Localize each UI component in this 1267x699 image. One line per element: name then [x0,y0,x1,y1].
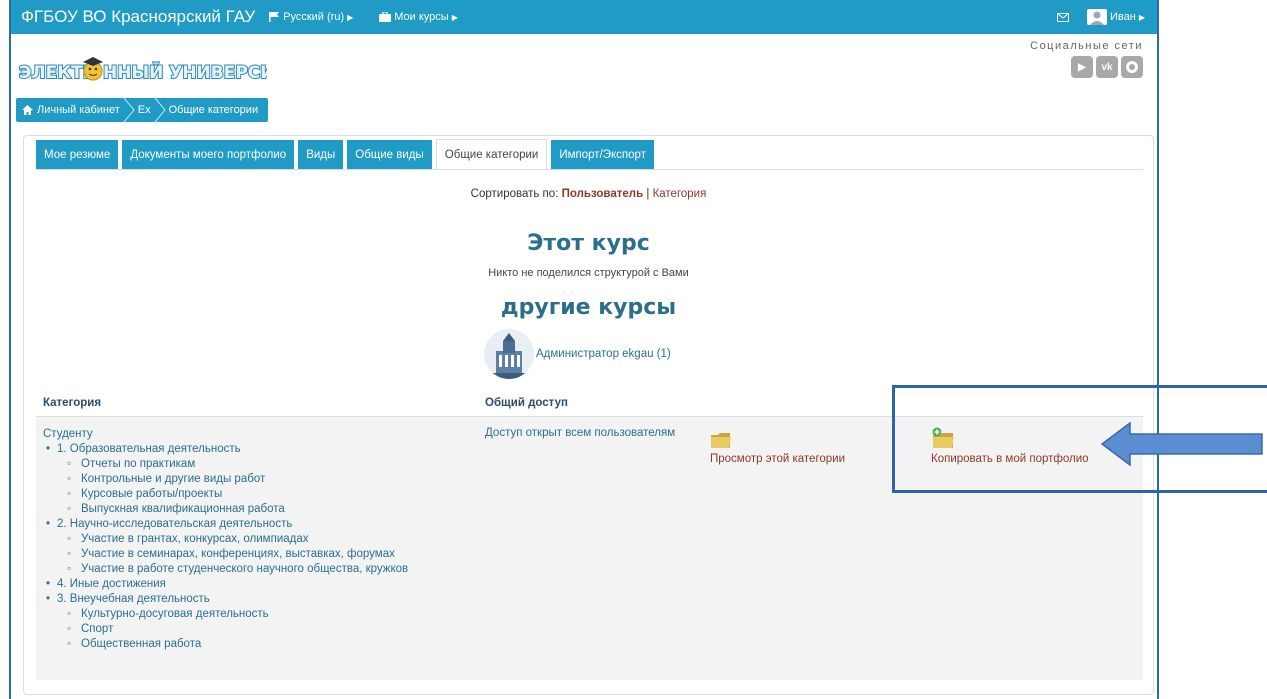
social-title: Социальные сети [1030,40,1143,52]
globe-icon[interactable] [1121,56,1143,78]
category-item: 4. Иные достижения [43,577,408,592]
youtube-icon[interactable]: ▶ [1071,56,1093,78]
subcategory-item: Участие в работе студенческого научного … [57,562,408,577]
portfolio-tabs: Мое резюме Документы моего портфолио Вид… [36,139,654,170]
top-navbar: ФГБОУ ВО Красноярский ГАУ Русский (ru) ▶… [11,0,1157,34]
svg-text:ННЫЙ УНИВЕРСИТЕТ: ННЫЙ УНИВЕРСИТЕТ [103,61,267,83]
breadcrumb-label: Ex [137,104,151,116]
category-label: 3. Внеучебная деятельность [57,593,210,605]
home-icon [22,105,33,115]
subcategory-item: Выпускная квалификационная работа [57,502,408,517]
site-logo[interactable]: ЭЛЕКТР ННЫЙ УНИВЕРСИТЕТ [17,56,267,86]
other-courses-heading: другие курсы [500,295,677,320]
view-category-label: Просмотр этой категории [710,453,846,465]
breadcrumb: Личный кабинет Ex Общие категории [16,98,269,122]
breadcrumb-label: Общие категории [168,104,259,116]
breadcrumb-label: Личный кабинет [37,104,120,116]
tab-shared-types[interactable]: Общие виды [347,140,432,170]
subcategory-item: Общественная работа [57,637,408,652]
column-header-category: Категория [43,397,102,409]
briefcase-icon [379,12,392,22]
category-tree: Студенту 1. Образовательная деятельность… [43,427,408,652]
my-courses-label: Мои курсы [394,11,449,23]
category-label: 2. Научно-исследовательская деятельность [57,518,293,530]
user-menu[interactable]: Иван ▶ [1087,9,1145,25]
caret-right-icon: ▶ [451,12,458,22]
this-course-heading: Этот курс [527,231,650,256]
site-brand[interactable]: ФГБОУ ВО Красноярский ГАУ [11,7,255,27]
subcategory-item: Спорт [57,622,408,637]
tab-types[interactable]: Виды [298,140,344,170]
vk-icon[interactable]: vk [1096,56,1118,78]
tab-resume[interactable]: Мое резюме [36,140,119,170]
my-courses-menu[interactable]: Мои курсы ▶ [379,11,458,23]
category-label: 4. Иные достижения [57,578,166,590]
user-name: Иван [1110,11,1136,23]
category-item: 2. Научно-исследовательская деятельность… [43,517,408,577]
language-label: Русский (ru) [283,11,345,23]
pointer-arrow-icon [1100,421,1263,467]
column-header-access: Общий доступ [485,397,568,409]
language-menu[interactable]: Русский (ru) ▶ [269,11,353,23]
category-list: 1. Образовательная деятельность Отчеты п… [43,442,408,652]
site-header: ЭЛЕКТР ННЫЙ УНИВЕРСИТЕТ Социальные сети … [11,34,1157,94]
folder-icon [711,433,731,448]
admin-name: Администратор ekgau (1) [536,348,671,360]
breadcrumb-home[interactable]: Личный кабинет [22,104,120,116]
tab-import-export[interactable]: Импорт/Экспорт [551,140,654,170]
sort-by-user: Пользователь [561,188,644,200]
avatar-icon [1087,9,1108,25]
caret-right-icon: ▶ [1138,12,1145,22]
subcategory-item: Культурно-досуговая деятельность [57,607,408,622]
breadcrumb-separator [123,98,135,122]
avatar [484,329,534,379]
envelope-icon[interactable] [1057,12,1070,22]
subcategory-item: Контрольные и другие виды работ [57,472,408,487]
no-shared-message: Никто не поделился структурой с Вами [488,267,689,279]
caret-right-icon: ▶ [347,12,354,22]
category-item: 1. Образовательная деятельность Отчеты п… [43,442,408,517]
category-item: 3. Внеучебная деятельность Культурно-дос… [43,592,408,652]
sort-prefix: Сортировать по: [470,188,559,200]
sort-separator: | [646,188,650,200]
admin-user-link[interactable]: Администратор ekgau (1) [484,329,671,379]
navbar-right: Иван ▶ [1057,0,1145,34]
sort-by-category-link[interactable]: Категория [653,188,707,200]
category-root: Студенту [43,428,93,440]
breadcrumb-ex[interactable]: Ex [138,104,151,116]
social-icons: ▶ vk [1030,56,1143,78]
flag-icon [269,12,280,22]
social-block: Социальные сети ▶ vk [1030,40,1143,78]
breadcrumb-current: Общие категории [169,104,258,116]
subcategory-item: Отчеты по практикам [57,457,408,472]
access-status: Доступ открыт всем пользователям [485,427,676,439]
sort-line: Сортировать по: Пользователь | Категория [24,188,1153,200]
subcategory-item: Курсовые работы/проекты [57,487,408,502]
tab-shared-categories[interactable]: Общие категории [435,139,548,170]
subcategory-item: Участие в грантах, конкурсах, олимпиадах [57,532,408,547]
subcategory-item: Участие в семинарах, конференциях, выста… [57,547,408,562]
category-label: 1. Образовательная деятельность [57,443,241,455]
page-frame: ФГБОУ ВО Красноярский ГАУ Русский (ru) ▶… [9,0,1159,699]
tab-divider [36,169,1143,170]
breadcrumb-separator [154,98,166,122]
tab-portfolio-docs[interactable]: Документы моего портфолио [122,140,295,170]
